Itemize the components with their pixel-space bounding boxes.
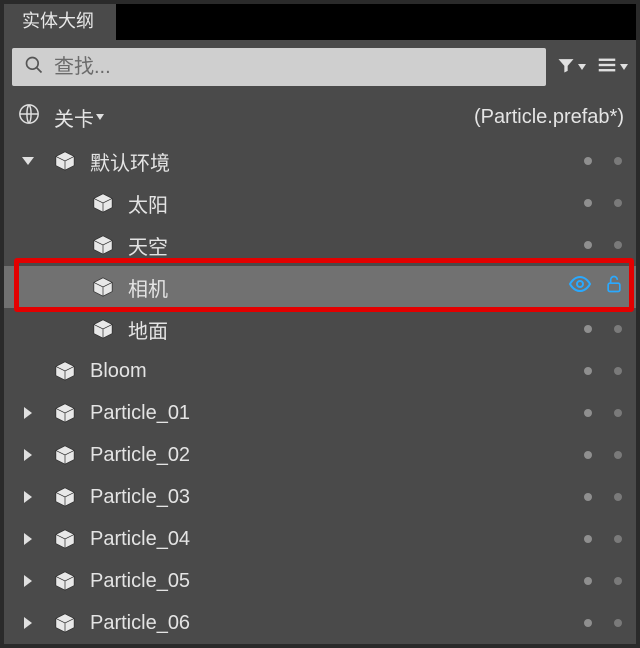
lock-dot-icon[interactable] [614, 157, 622, 165]
entity-tree: 默认环境太阳天空相机地面 Bloom Particle_01 Particle_02 P… [0, 138, 640, 648]
search-input[interactable] [54, 56, 534, 79]
lock-dot-icon[interactable] [614, 409, 622, 417]
visibility-dot-icon[interactable] [584, 199, 592, 207]
entity-cube-icon [54, 570, 76, 592]
visibility-eye-icon[interactable] [568, 272, 592, 302]
tree-row[interactable]: Bloom [0, 350, 640, 392]
tab-entity-outline[interactable]: 实体大纲 [0, 0, 116, 40]
status-dots [584, 367, 622, 375]
lock-dot-icon[interactable] [614, 325, 622, 333]
status-dots [584, 409, 622, 417]
search-box[interactable] [12, 48, 546, 86]
lock-dot-icon[interactable] [614, 199, 622, 207]
entity-label: 相机 [128, 273, 568, 302]
status-dots [584, 451, 622, 459]
expand-arrow-icon[interactable] [24, 575, 32, 587]
globe-icon [18, 103, 40, 131]
expand-arrow-icon[interactable] [24, 491, 32, 503]
entity-cube-icon [54, 486, 76, 508]
lock-dot-icon[interactable] [614, 241, 622, 249]
entity-cube-icon [92, 318, 114, 340]
entity-label: Particle_06 [90, 612, 584, 635]
tree-row[interactable]: Particle_01 [0, 392, 640, 434]
tree-row[interactable]: Particle_07 [0, 644, 640, 648]
entity-label: Particle_05 [90, 570, 584, 593]
status-dots [584, 199, 622, 207]
visibility-dot-icon[interactable] [584, 577, 592, 585]
entity-cube-icon [92, 276, 114, 298]
visibility-dot-icon[interactable] [584, 241, 592, 249]
entity-cube-icon [54, 150, 76, 172]
entity-cube-icon [92, 192, 114, 214]
visibility-dot-icon[interactable] [584, 409, 592, 417]
entity-label: Particle_02 [90, 444, 584, 467]
expand-arrow-icon[interactable] [22, 157, 34, 165]
lock-dot-icon[interactable] [614, 619, 622, 627]
entity-cube-icon [92, 234, 114, 256]
status-dots [584, 241, 622, 249]
lock-icon[interactable] [604, 274, 624, 300]
entity-label: Bloom [90, 360, 584, 383]
tree-row[interactable]: Particle_02 [0, 434, 640, 476]
prefab-label: (Particle.prefab*) [474, 106, 624, 129]
entity-cube-icon [54, 402, 76, 424]
lock-dot-icon[interactable] [614, 493, 622, 501]
lock-dot-icon[interactable] [614, 535, 622, 543]
status-dots [584, 577, 622, 585]
entity-label: 天空 [128, 231, 584, 260]
status-dots [584, 619, 622, 627]
tree-row[interactable]: 太阳 [0, 182, 640, 224]
chevron-down-icon [96, 114, 104, 120]
entity-label: Particle_03 [90, 486, 584, 509]
chevron-down-icon [578, 64, 586, 70]
entity-cube-icon [54, 528, 76, 550]
tree-row[interactable]: Particle_06 [0, 602, 640, 644]
tab-label: 实体大纲 [22, 7, 94, 33]
menu-button[interactable] [596, 54, 628, 81]
tree-row[interactable]: 地面 [0, 308, 640, 350]
entity-label: Particle_04 [90, 528, 584, 551]
tree-row[interactable]: 相机 [0, 266, 640, 308]
visibility-dot-icon[interactable] [584, 157, 592, 165]
tree-row[interactable]: Particle_04 [0, 518, 640, 560]
lock-dot-icon[interactable] [614, 577, 622, 585]
tree-row[interactable]: 天空 [0, 224, 640, 266]
status-dots [584, 325, 622, 333]
expand-arrow-icon[interactable] [24, 449, 32, 461]
tab-strip: 实体大纲 [0, 0, 640, 40]
visibility-dot-icon[interactable] [584, 451, 592, 459]
level-root-row[interactable]: 关卡 (Particle.prefab*) [0, 96, 640, 138]
filter-button[interactable] [556, 55, 586, 80]
level-root-label: 关卡 [54, 103, 94, 132]
visibility-dot-icon[interactable] [584, 493, 592, 501]
tree-row[interactable]: 默认环境 [0, 140, 640, 182]
visibility-dot-icon[interactable] [584, 535, 592, 543]
visibility-dot-icon[interactable] [584, 619, 592, 627]
chevron-down-icon [620, 64, 628, 70]
entity-cube-icon [54, 360, 76, 382]
entity-label: Particle_01 [90, 402, 584, 425]
entity-label: 太阳 [128, 189, 584, 218]
lock-dot-icon[interactable] [614, 451, 622, 459]
visibility-dot-icon[interactable] [584, 367, 592, 375]
entity-label: 默认环境 [90, 147, 584, 176]
visibility-dot-icon[interactable] [584, 325, 592, 333]
tree-row[interactable]: Particle_03 [0, 476, 640, 518]
entity-cube-icon [54, 444, 76, 466]
search-icon [24, 55, 44, 80]
status-dots [584, 535, 622, 543]
filter-icon [556, 55, 576, 80]
entity-label: 地面 [128, 315, 584, 344]
expand-arrow-icon[interactable] [24, 533, 32, 545]
expand-arrow-icon[interactable] [24, 407, 32, 419]
lock-dot-icon[interactable] [614, 367, 622, 375]
tree-row[interactable]: Particle_05 [0, 560, 640, 602]
status-dots [584, 157, 622, 165]
status-dots [584, 493, 622, 501]
toolbar [0, 40, 640, 96]
hamburger-icon [596, 54, 618, 81]
entity-cube-icon [54, 612, 76, 634]
expand-arrow-icon[interactable] [24, 617, 32, 629]
